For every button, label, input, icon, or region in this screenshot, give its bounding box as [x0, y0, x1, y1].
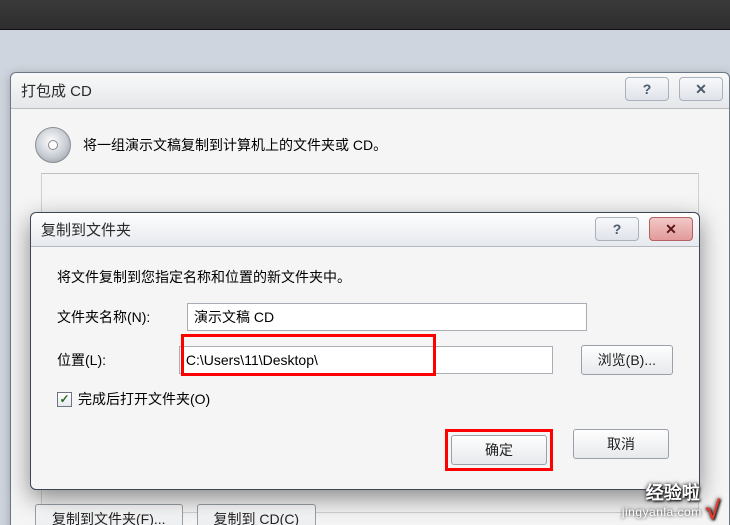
instruction-text: 将文件复制到您指定名称和位置的新文件夹中。 — [57, 267, 673, 287]
workspace: 打包成 CD ? ✕ 将一组演示文稿复制到计算机上的文件夹或 CD。 复制到文件… — [0, 30, 730, 525]
help-icon: ? — [613, 222, 622, 236]
child-body: 将文件复制到您指定名称和位置的新文件夹中。 文件夹名称(N): 位置(L): 浏… — [31, 247, 699, 489]
browse-button[interactable]: 浏览(B)... — [581, 345, 673, 375]
help-icon: ? — [643, 82, 652, 96]
close-icon: ✕ — [695, 82, 707, 96]
close-icon: ✕ — [665, 222, 677, 236]
location-input[interactable] — [179, 346, 553, 374]
child-title: 复制到文件夹 — [41, 219, 131, 240]
folder-name-label: 文件夹名称(N): — [57, 307, 177, 327]
copy-to-folder-label: 复制到文件夹(F)... — [52, 509, 166, 525]
ok-label: 确定 — [485, 440, 513, 460]
parent-titlebar: 打包成 CD ? ✕ — [11, 73, 729, 109]
child-window-controls: ? ✕ — [595, 217, 693, 241]
watermark-check-icon: √ — [706, 501, 720, 519]
browse-label: 浏览(B)... — [598, 350, 656, 370]
watermark-main: 经验啦 — [646, 479, 700, 505]
copy-to-cd-button[interactable]: 复制到 CD(C) — [197, 504, 317, 525]
annotation-ok-highlight: 确定 — [445, 429, 553, 471]
open-after-row: ✓ 完成后打开文件夹(O) — [57, 389, 673, 409]
cancel-label: 取消 — [607, 434, 635, 454]
intro-text: 将一组演示文稿复制到计算机上的文件夹或 CD。 — [83, 135, 387, 155]
parent-footer: 复制到文件夹(F)... 复制到 CD(C) — [35, 504, 316, 525]
copy-to-cd-label: 复制到 CD(C) — [214, 509, 300, 525]
child-help-button[interactable]: ? — [595, 217, 639, 241]
parent-close-button[interactable]: ✕ — [679, 77, 723, 101]
folder-name-input[interactable] — [187, 303, 587, 331]
parent-help-button[interactable]: ? — [625, 77, 669, 101]
location-label: 位置(L): — [57, 350, 169, 370]
intro-row: 将一组演示文稿复制到计算机上的文件夹或 CD。 — [35, 127, 705, 163]
app-topbar — [0, 0, 730, 30]
copy-to-folder-button[interactable]: 复制到文件夹(F)... — [35, 504, 183, 525]
watermark: 经验啦 jingyanla.com √ — [622, 479, 720, 519]
open-after-label: 完成后打开文件夹(O) — [78, 389, 210, 409]
open-after-checkbox[interactable]: ✓ — [57, 392, 72, 407]
parent-title: 打包成 CD — [21, 80, 92, 101]
child-footer: 确定 取消 — [57, 429, 673, 471]
checkmark-icon: ✓ — [59, 393, 69, 405]
cd-icon — [35, 127, 71, 163]
parent-window-controls: ? ✕ — [625, 77, 723, 101]
watermark-sub: jingyanla.com — [622, 505, 702, 519]
cancel-button[interactable]: 取消 — [573, 429, 669, 459]
location-row: 位置(L): 浏览(B)... — [57, 345, 673, 375]
ok-button[interactable]: 确定 — [451, 435, 547, 465]
copy-to-folder-dialog: 复制到文件夹 ? ✕ 将文件复制到您指定名称和位置的新文件夹中。 文件夹名称(N… — [30, 212, 700, 490]
child-titlebar: 复制到文件夹 ? ✕ — [31, 213, 699, 247]
child-close-button[interactable]: ✕ — [649, 217, 693, 241]
folder-name-row: 文件夹名称(N): — [57, 303, 673, 331]
